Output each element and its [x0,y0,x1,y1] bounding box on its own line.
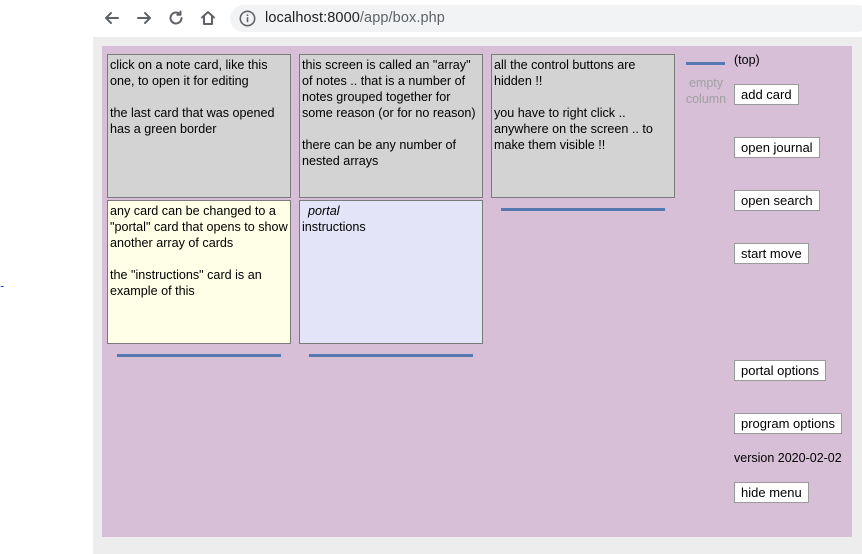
url-path: /app/box.php [359,10,445,26]
note-card[interactable]: any card can be changed to a "portal" ca… [107,200,291,344]
portal-tag: portal [302,203,346,219]
insert-bar[interactable] [117,354,281,357]
top-label[interactable]: (top) [734,53,760,67]
program-options-button[interactable]: program options [734,413,842,434]
note-card[interactable]: click on a note card, like this one, to … [107,54,291,198]
open-journal-button[interactable]: open journal [734,137,820,158]
empty-column-label: empty column [685,76,727,106]
portal-card-title: instructions [302,220,366,234]
version-label: version 2020-02-02 [734,451,842,465]
back-arrow-icon[interactable] [101,7,123,29]
insert-bar[interactable] [309,354,473,357]
stray-text: - [0,278,5,293]
info-icon[interactable] [238,9,257,28]
insert-bar[interactable] [686,62,725,65]
portal-options-button[interactable]: portal options [734,360,827,381]
url-text: localhost:8000/app/box.php [265,10,445,26]
url-host: localhost:8000 [265,10,360,26]
reload-icon[interactable] [165,7,187,29]
forward-arrow-icon[interactable] [133,7,155,29]
note-card[interactable]: this screen is called an "array" of note… [299,54,483,198]
note-card[interactable]: all the control buttons are hidden !! yo… [491,54,675,198]
insert-bar[interactable] [501,208,665,211]
portal-card[interactable]: portal instructions [299,200,483,344]
open-search-button[interactable]: open search [734,190,820,211]
browser-toolbar: localhost:8000/app/box.php [0,0,862,37]
address-bar[interactable]: localhost:8000/app/box.php [230,5,862,32]
add-card-button[interactable]: add card [734,84,799,105]
home-icon[interactable] [197,7,219,29]
start-move-button[interactable]: start move [734,243,809,264]
hide-menu-button[interactable]: hide menu [734,482,809,503]
